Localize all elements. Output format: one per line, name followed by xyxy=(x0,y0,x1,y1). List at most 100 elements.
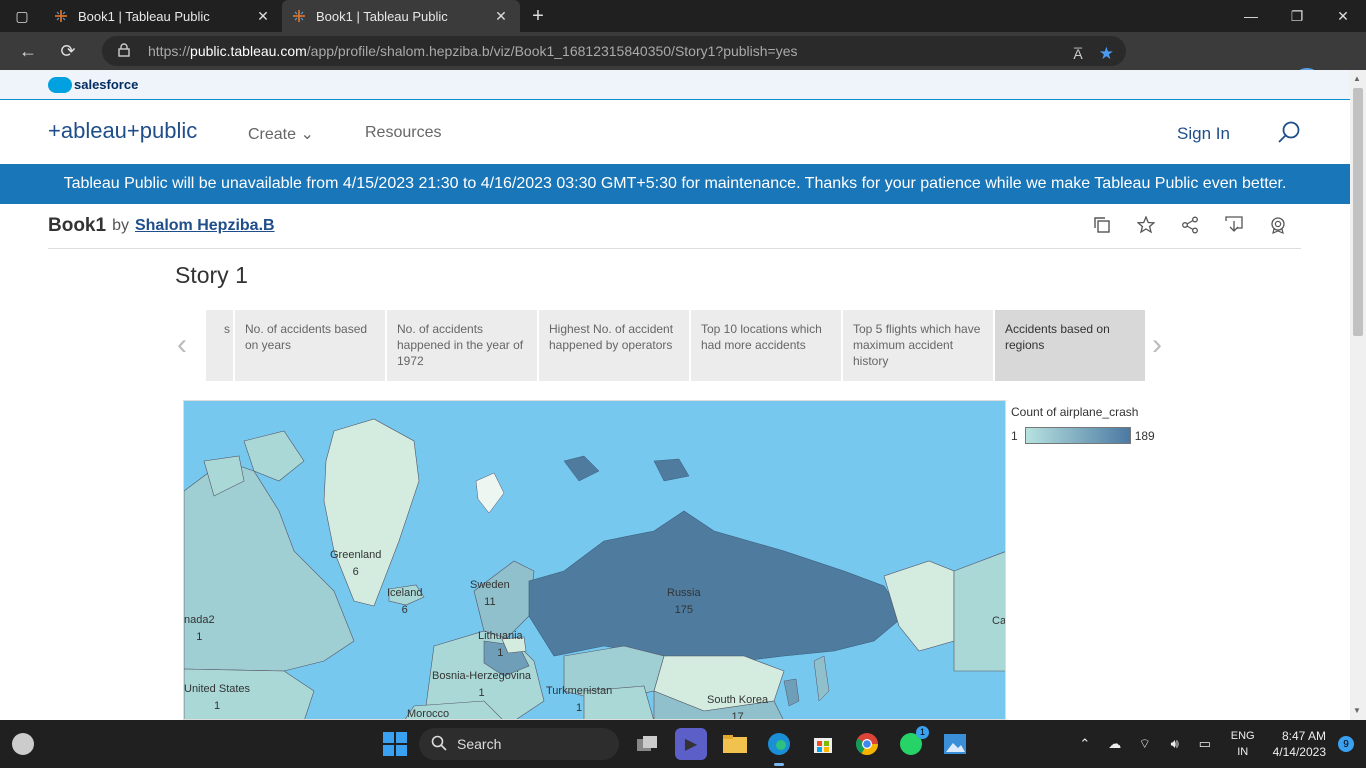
task-view-icon[interactable] xyxy=(631,728,663,760)
store-icon[interactable] xyxy=(807,728,839,760)
url-field[interactable]: https://public.tableau.com/app/profile/s… xyxy=(102,36,1126,66)
copy-icon[interactable] xyxy=(1093,216,1111,234)
windows-taskbar: Search ▶ 1 ⌃ ☁ ⌔ 🔊︎ ▭ ENG IN 8:47 AM 4/14/… xyxy=(0,720,1366,768)
country-value: 6 xyxy=(401,604,408,616)
scroll-down-icon[interactable]: ▼ xyxy=(1353,706,1361,715)
story-title: Story 1 xyxy=(175,262,248,288)
language-indicator[interactable]: ENG IN xyxy=(1231,728,1255,760)
whatsapp-badge: 1 xyxy=(916,726,929,739)
map-label-turkmenistan: Turkmenistan 1 xyxy=(546,683,612,717)
chevron-right-icon[interactable]: › xyxy=(1152,328,1162,362)
download-icon[interactable] xyxy=(1225,216,1243,234)
tableau-public-logo[interactable]: +ableau+public xyxy=(48,118,197,144)
back-icon[interactable]: ← xyxy=(8,32,48,70)
edge-icon[interactable] xyxy=(763,728,795,766)
windows-start-icon[interactable] xyxy=(383,732,407,756)
scroll-thumb[interactable] xyxy=(1353,88,1363,336)
book-title: Book1 xyxy=(48,215,107,236)
show-hidden-icons-icon[interactable]: ⌃ xyxy=(1073,736,1097,752)
refresh-icon[interactable]: ⟳ xyxy=(48,32,88,70)
battery-icon[interactable]: ▭ xyxy=(1193,736,1217,752)
scroll-up-icon[interactable]: ▲ xyxy=(1353,74,1361,83)
onedrive-icon[interactable]: ☁ xyxy=(1103,736,1127,752)
map-label-canada-east: Ca xyxy=(992,613,1005,630)
lang-bottom: IN xyxy=(1237,746,1249,758)
legend-title: Count of airplane_crash xyxy=(1011,405,1139,419)
tab-title: Book1 | Tableau Public xyxy=(78,8,210,24)
country-value: 6 xyxy=(352,566,359,578)
story-point[interactable]: Top 10 locations which had more accident… xyxy=(691,310,841,381)
story-point-active[interactable]: Accidents based on regions xyxy=(995,310,1145,381)
close-tab-icon[interactable]: ✕ xyxy=(492,8,510,25)
clock[interactable]: 8:47 AM 4/14/2023 xyxy=(1273,728,1326,760)
country-value: 1 xyxy=(497,647,504,659)
lang-top: ENG xyxy=(1230,730,1255,742)
weather-icon[interactable] xyxy=(12,733,34,755)
url-prefix: https:// xyxy=(148,43,191,59)
maintenance-banner: Tableau Public will be unavailable from … xyxy=(0,164,1350,204)
legend-max: 189 xyxy=(1134,428,1155,443)
map-shapes xyxy=(184,418,1005,719)
chrome-icon[interactable] xyxy=(851,728,883,760)
story-point[interactable]: Top 5 flights which have maximum acciden… xyxy=(843,310,993,381)
volume-icon[interactable]: 🔊︎ xyxy=(1163,736,1187,752)
chevron-left-icon[interactable]: ‹ xyxy=(177,328,187,362)
by-label: by xyxy=(112,217,129,234)
country-value: 11 xyxy=(484,596,496,608)
salesforce-cloud-icon xyxy=(48,76,72,93)
country-name: Iceland xyxy=(387,587,423,599)
read-aloud-icon[interactable]: A̅ xyxy=(1073,46,1082,62)
nav-create-label: Create xyxy=(248,126,297,143)
photos-icon[interactable] xyxy=(939,728,971,760)
nav-create[interactable]: Create ⌄ xyxy=(248,124,314,144)
whatsapp-icon[interactable]: 1 xyxy=(895,726,929,760)
tableau-header: +ableau+public Create ⌄ Resources Sign I… xyxy=(0,100,1350,164)
address-bar-row: ← ⟳ https://public.tableau.com/app/profi… xyxy=(0,32,1366,98)
country-value: 1 xyxy=(478,687,485,699)
story-point[interactable]: s xyxy=(206,310,233,381)
badge-icon[interactable] xyxy=(1269,216,1287,234)
sign-in-link[interactable]: Sign In xyxy=(1177,124,1230,144)
clock-time: 8:47 AM xyxy=(1281,729,1326,743)
wifi-icon[interactable]: ⌔ xyxy=(1133,736,1157,752)
book-bar: Book1 by Shalom Hepziba.B xyxy=(48,204,1301,249)
tab-title: Book1 | Tableau Public xyxy=(316,8,448,24)
teams-icon[interactable]: ▶ xyxy=(675,728,707,760)
page-scrollbar[interactable]: ▲ ▼ xyxy=(1350,70,1366,720)
minimize-icon[interactable]: — xyxy=(1228,0,1274,32)
notification-badge[interactable]: 9 xyxy=(1338,736,1354,752)
country-value: 175 xyxy=(674,604,693,616)
country-value: 17 xyxy=(731,711,744,720)
restore-icon[interactable]: ❐ xyxy=(1274,0,1320,32)
map-label-lithuania: Lithuania 1 xyxy=(478,628,523,662)
close-window-icon[interactable]: ✕ xyxy=(1320,0,1366,32)
story-point[interactable]: No. of accidents based on years xyxy=(235,310,385,381)
new-tab-icon[interactable]: + xyxy=(520,5,556,28)
country-name: Morocco xyxy=(407,708,450,720)
lock-icon xyxy=(118,42,132,60)
tab-2[interactable]: Book1 | Tableau Public ✕ xyxy=(282,0,520,32)
share-icon[interactable] xyxy=(1181,216,1199,234)
favorite-icon[interactable] xyxy=(1136,215,1156,234)
author-link[interactable]: Shalom Hepziba.B xyxy=(135,217,275,235)
tab-actions-icon[interactable]: ▢ xyxy=(0,0,44,32)
country-value: 1 xyxy=(196,631,203,643)
file-explorer-icon[interactable] xyxy=(719,728,751,760)
world-map[interactable]: Greenland 6 Iceland 6 Sweden 11 Russia 175 n… xyxy=(183,400,1006,720)
tableau-favicon-icon xyxy=(54,9,68,23)
taskbar-search[interactable]: Search xyxy=(419,728,619,760)
clock-date: 4/14/2023 xyxy=(1272,745,1326,759)
browser-tab-bar: ▢ Book1 | Tableau Public ✕ Book1 | Table… xyxy=(0,0,1366,32)
search-icon[interactable] xyxy=(1276,120,1302,146)
favorite-star-icon[interactable]: ★ xyxy=(1099,44,1114,64)
story-point[interactable]: Highest No. of accident happened by oper… xyxy=(539,310,689,381)
taskbar-search-label: Search xyxy=(457,736,502,752)
tab-1[interactable]: Book1 | Tableau Public ✕ xyxy=(44,0,282,32)
close-tab-icon[interactable]: ✕ xyxy=(254,8,272,25)
story-point[interactable]: No. of accidents happened in the year of… xyxy=(387,310,537,381)
country-name: Turkmenistan xyxy=(546,685,613,697)
nav-resources[interactable]: Resources xyxy=(365,124,441,142)
country-name: Russia xyxy=(667,587,701,599)
salesforce-label[interactable]: salesforce xyxy=(74,77,138,92)
story-navigator: ‹ s No. of accidents based on years No. … xyxy=(175,310,1175,382)
